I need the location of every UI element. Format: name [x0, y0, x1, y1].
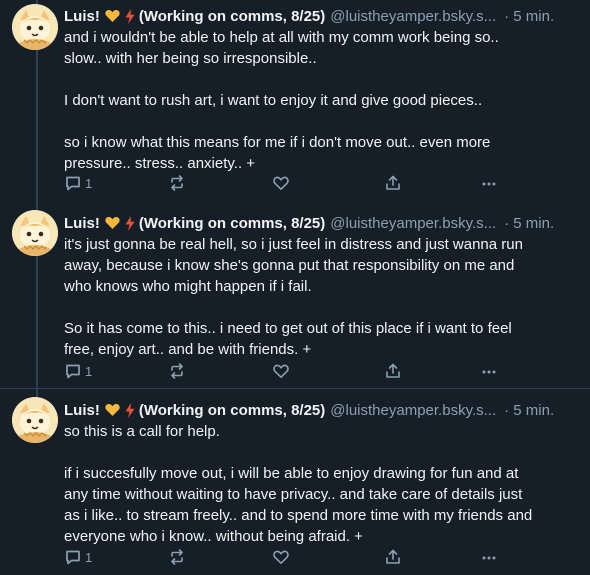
- share-button[interactable]: [384, 362, 402, 380]
- like-icon: [272, 362, 290, 380]
- repost-button[interactable]: [168, 174, 186, 192]
- like-icon: [272, 548, 290, 566]
- share-icon: [384, 174, 402, 192]
- reply-count: 1: [85, 549, 93, 565]
- share-icon: [384, 548, 402, 566]
- post-content: Luis! (Working on comms, 8/25) @luisthey…: [64, 213, 580, 360]
- post[interactable]: Luis! (Working on comms, 8/25) @luisthey…: [0, 389, 590, 575]
- reply-count: 1: [85, 363, 93, 379]
- like-button[interactable]: [272, 362, 290, 380]
- like-button[interactable]: [272, 548, 290, 566]
- lightning-icon: [125, 215, 135, 231]
- repost-icon: [168, 174, 186, 192]
- post-timestamp[interactable]: · 5 min.: [504, 215, 554, 232]
- more-icon: [480, 548, 498, 566]
- post-timestamp[interactable]: · 5 min.: [504, 8, 554, 25]
- more-options-button[interactable]: [480, 174, 498, 192]
- reply-button[interactable]: 1: [64, 174, 92, 192]
- lightning-icon: [125, 402, 135, 418]
- lightning-icon: [125, 8, 135, 24]
- post-actions: 1: [64, 362, 514, 382]
- like-button[interactable]: [272, 174, 290, 192]
- share-button[interactable]: [384, 174, 402, 192]
- repost-button[interactable]: [168, 362, 186, 380]
- post-header: Luis! (Working on comms, 8/25) @luisthey…: [64, 400, 580, 420]
- avatar[interactable]: [12, 4, 58, 50]
- avatar[interactable]: [12, 210, 58, 256]
- reply-count: 1: [85, 175, 93, 191]
- author-handle[interactable]: @luistheyamper.bsky.s...: [330, 8, 496, 25]
- post[interactable]: Luis! (Working on comms, 8/25) @luisthey…: [0, 202, 590, 389]
- post-content: Luis! (Working on comms, 8/25) @luisthey…: [64, 400, 580, 547]
- post-timestamp[interactable]: · 5 min.: [504, 402, 554, 419]
- repost-icon: [168, 548, 186, 566]
- reply-icon: [64, 362, 82, 380]
- post-text: and i wouldn't be able to help at all wi…: [64, 29, 499, 172]
- post-text: it's just gonna be real hell, so i just …: [64, 236, 523, 358]
- post-header: Luis! (Working on comms, 8/25) @luisthey…: [64, 6, 580, 26]
- reply-button[interactable]: 1: [64, 362, 92, 380]
- author-name[interactable]: Luis!: [64, 8, 100, 25]
- author-handle[interactable]: @luistheyamper.bsky.s...: [330, 402, 496, 419]
- author-handle[interactable]: @luistheyamper.bsky.s...: [330, 215, 496, 232]
- repost-button[interactable]: [168, 548, 186, 566]
- more-options-button[interactable]: [480, 362, 498, 380]
- yellow-heart-icon: [105, 9, 120, 23]
- author-name[interactable]: Luis!: [64, 215, 100, 232]
- post-actions: 1: [64, 548, 514, 568]
- yellow-heart-icon: [105, 216, 120, 230]
- post-text: so this is a call for help. if i succesf…: [64, 423, 533, 545]
- author-display-suffix[interactable]: (Working on comms, 8/25): [139, 8, 325, 25]
- avatar[interactable]: [12, 397, 58, 443]
- more-icon: [480, 174, 498, 192]
- post-header: Luis! (Working on comms, 8/25) @luisthey…: [64, 213, 580, 233]
- reply-icon: [64, 548, 82, 566]
- author-display-suffix[interactable]: (Working on comms, 8/25): [139, 402, 325, 419]
- author-name[interactable]: Luis!: [64, 402, 100, 419]
- post-content: Luis! (Working on comms, 8/25) @luisthey…: [64, 6, 580, 174]
- post-actions: 1: [64, 174, 514, 194]
- author-display-suffix[interactable]: (Working on comms, 8/25): [139, 215, 325, 232]
- yellow-heart-icon: [105, 403, 120, 417]
- more-icon: [480, 362, 498, 380]
- share-button[interactable]: [384, 548, 402, 566]
- like-icon: [272, 174, 290, 192]
- share-icon: [384, 362, 402, 380]
- reply-icon: [64, 174, 82, 192]
- repost-icon: [168, 362, 186, 380]
- more-options-button[interactable]: [480, 548, 498, 566]
- post-thread: Luis! (Working on comms, 8/25) @luisthey…: [0, 0, 590, 575]
- reply-button[interactable]: 1: [64, 548, 92, 566]
- post[interactable]: Luis! (Working on comms, 8/25) @luisthey…: [0, 0, 590, 202]
